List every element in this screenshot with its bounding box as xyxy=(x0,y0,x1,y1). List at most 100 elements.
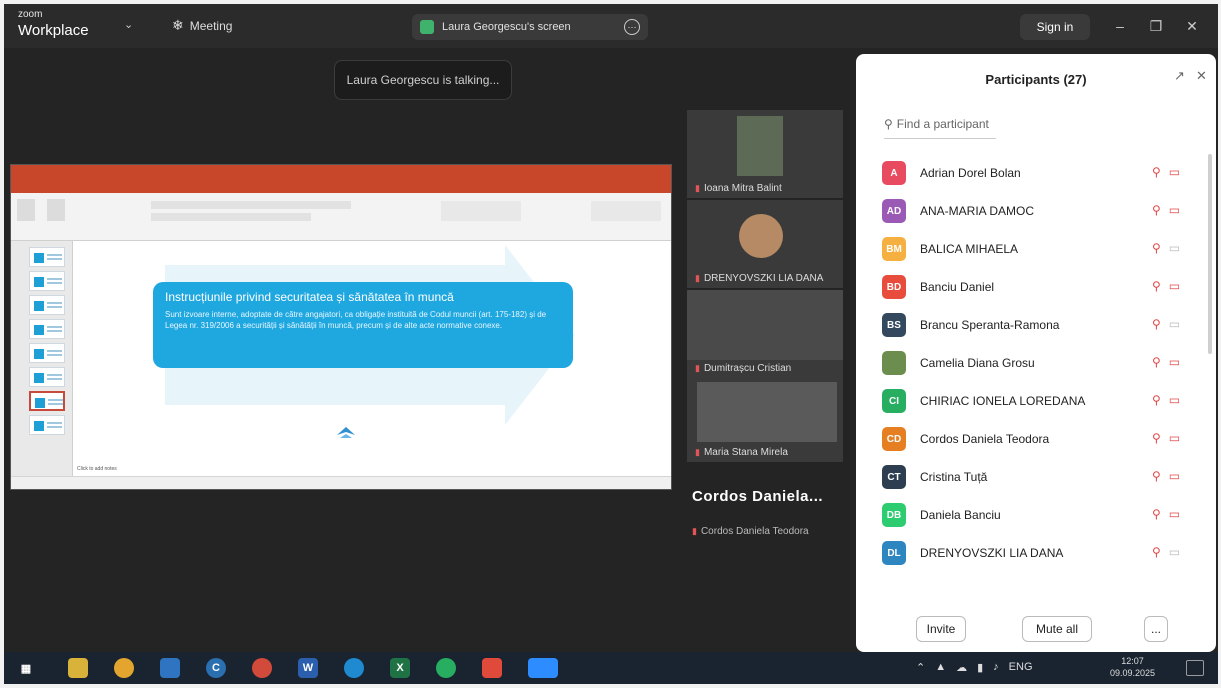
video-off-icon[interactable]: ▭ xyxy=(1169,165,1180,179)
participants-panel: Participants (27) ↗ ✕ ⚲ Find a participa… xyxy=(856,54,1216,652)
participant-status: ⚲ ▭ xyxy=(1152,545,1180,559)
participant-name: BALICA MIHAELA xyxy=(920,242,1019,256)
participant-status: ⚲ ▭ xyxy=(1152,431,1180,445)
video-on-icon[interactable]: ▭ xyxy=(1169,545,1180,559)
ribbon xyxy=(11,193,671,241)
word-icon[interactable]: W xyxy=(298,658,318,678)
more-button[interactable]: ... xyxy=(1144,616,1168,642)
slide-thumbnail[interactable] xyxy=(29,343,65,363)
avatar-photo xyxy=(882,351,906,375)
mute-all-button[interactable]: Mute all xyxy=(1022,616,1092,642)
chevron-up-icon[interactable]: ⌃ xyxy=(916,661,925,674)
participant-row[interactable]: A Adrian Dorel Bolan ⚲ ▭ xyxy=(882,154,1182,192)
ribbon-tabs xyxy=(11,183,671,193)
mic-muted-icon[interactable]: ⚲ xyxy=(1152,165,1161,179)
more-options-icon[interactable]: ⋯ xyxy=(624,19,640,35)
slide-thumbnail[interactable] xyxy=(29,319,65,339)
screen-share-indicator[interactable]: Laura Georgescu's screen ⋯ xyxy=(412,14,648,40)
chrome-icon[interactable] xyxy=(114,658,134,678)
notification-icon[interactable] xyxy=(1186,660,1204,676)
participant-row[interactable]: CD Cordos Daniela Teodora ⚲ ▭ xyxy=(882,420,1182,458)
excel-icon[interactable]: X xyxy=(390,658,410,678)
mic-muted-icon[interactable]: ⚲ xyxy=(1152,507,1161,521)
participant-row[interactable]: Camelia Diana Grosu ⚲ ▭ xyxy=(882,344,1182,382)
video-tile[interactable]: ▮ Maria Stana Mirela xyxy=(687,374,843,462)
video-tile[interactable]: ▮ Dumitrașcu Cristian xyxy=(687,290,843,378)
video-off-icon[interactable]: ▭ xyxy=(1169,469,1180,483)
video-off-icon[interactable]: ▭ xyxy=(1169,355,1180,369)
video-on-icon[interactable]: ▭ xyxy=(1169,317,1180,331)
slide-thumbnail[interactable] xyxy=(29,247,65,267)
file-explorer-icon[interactable] xyxy=(68,658,88,678)
volume-icon[interactable]: ♪ xyxy=(993,661,999,674)
search-input[interactable]: ⚲ Find a participant xyxy=(884,112,1034,136)
participant-row[interactable]: BS Brancu Speranta-Ramona ⚲ ▭ xyxy=(882,306,1182,344)
mic-muted-icon[interactable]: ⚲ xyxy=(1152,203,1161,217)
video-off-icon[interactable]: ▭ xyxy=(1169,203,1180,217)
participant-row[interactable]: BD Banciu Daniel ⚲ ▭ xyxy=(882,268,1182,306)
slide-thumbnail[interactable] xyxy=(29,271,65,291)
minimize-icon[interactable]: – xyxy=(1108,16,1132,36)
slide-thumbnail[interactable] xyxy=(29,295,65,315)
participant-status: ⚲ ▭ xyxy=(1152,393,1180,407)
sign-in-button[interactable]: Sign in xyxy=(1020,14,1090,40)
participant-row[interactable]: CI CHIRIAC IONELA LOREDANA ⚲ ▭ xyxy=(882,382,1182,420)
participant-row[interactable]: BM BALICA MIHAELA ⚲ ▭ xyxy=(882,230,1182,268)
clock[interactable]: 12:07 09.09.2025 xyxy=(1110,656,1155,679)
video-off-icon[interactable]: ▭ xyxy=(1169,507,1180,521)
network-icon[interactable]: ▲ xyxy=(935,661,946,674)
mic-muted-icon: ▮ xyxy=(692,526,697,536)
video-tile[interactable]: ▮ DRENYOVSZKI LIA DANA xyxy=(687,200,843,288)
mic-muted-icon: ▮ xyxy=(695,183,700,193)
windows-start-icon[interactable]: ▦ xyxy=(16,658,36,678)
maximize-icon[interactable]: ❐ xyxy=(1144,16,1168,36)
slide-thumbnail-selected[interactable] xyxy=(29,391,65,411)
mic-muted-icon[interactable]: ⚲ xyxy=(1152,279,1161,293)
mic-muted-icon[interactable]: ⚲ xyxy=(1152,431,1161,445)
brand-small: zoom xyxy=(18,9,43,20)
app-icon[interactable] xyxy=(252,658,272,678)
video-tile[interactable]: ▮ Ioana Mitra Balint xyxy=(687,110,843,198)
zoom-taskbar-icon[interactable] xyxy=(528,658,558,678)
mic-muted-icon[interactable]: ⚲ xyxy=(1152,393,1161,407)
close-icon[interactable]: ✕ xyxy=(1180,16,1204,36)
avatar: CD xyxy=(882,427,906,451)
cloud-icon[interactable]: ☁ xyxy=(956,661,967,674)
pop-out-icon[interactable]: ↗ xyxy=(1174,68,1185,84)
video-off-icon[interactable]: ▭ xyxy=(1169,393,1180,407)
app-icon[interactable] xyxy=(482,658,502,678)
whatsapp-icon[interactable] xyxy=(436,658,456,678)
avatar: BS xyxy=(882,313,906,337)
battery-icon[interactable]: ▮ xyxy=(977,661,983,674)
participant-status: ⚲ ▭ xyxy=(1152,317,1180,331)
participant-status: ⚲ ▭ xyxy=(1152,203,1180,217)
invite-button[interactable]: Invite xyxy=(916,616,966,642)
scrollbar[interactable] xyxy=(1208,154,1212,354)
mic-muted-icon[interactable]: ⚲ xyxy=(1152,469,1161,483)
lang-indicator[interactable]: ENG xyxy=(1009,661,1033,674)
video-off-icon[interactable]: ▭ xyxy=(1169,279,1180,293)
mic-muted-icon[interactable]: ⚲ xyxy=(1152,355,1161,369)
avatar: A xyxy=(882,161,906,185)
chevron-down-icon[interactable]: ⌄ xyxy=(124,18,133,31)
mic-muted-icon[interactable]: ⚲ xyxy=(1152,241,1161,255)
notes-placeholder[interactable]: Click to add notes xyxy=(77,466,117,472)
video-off-icon[interactable]: ▭ xyxy=(1169,431,1180,445)
close-icon[interactable]: ✕ xyxy=(1196,68,1207,84)
mic-muted-icon[interactable]: ⚲ xyxy=(1152,545,1161,559)
app-icon[interactable]: C xyxy=(206,658,226,678)
participant-name: Daniela Banciu xyxy=(920,508,1001,522)
participant-row[interactable]: CT Cristina Tuță ⚲ ▭ xyxy=(882,458,1182,496)
participant-row[interactable]: DB Daniela Banciu ⚲ ▭ xyxy=(882,496,1182,534)
edge-icon[interactable] xyxy=(344,658,364,678)
meeting-tab[interactable]: ❄ Meeting xyxy=(172,17,232,34)
outlook-icon[interactable] xyxy=(160,658,180,678)
active-speaker-full-name: Cordos Daniela Teodora xyxy=(700,526,809,537)
participant-row[interactable]: DL DRENYOVSZKI LIA DANA ⚲ ▭ xyxy=(882,534,1182,572)
video-on-icon[interactable]: ▭ xyxy=(1169,241,1180,255)
slide-thumbnail[interactable] xyxy=(29,367,65,387)
participant-row[interactable]: AD ANA-MARIA DAMOC ⚲ ▭ xyxy=(882,192,1182,230)
avatar: DL xyxy=(882,541,906,565)
mic-muted-icon[interactable]: ⚲ xyxy=(1152,317,1161,331)
slide-thumbnail[interactable] xyxy=(29,415,65,435)
